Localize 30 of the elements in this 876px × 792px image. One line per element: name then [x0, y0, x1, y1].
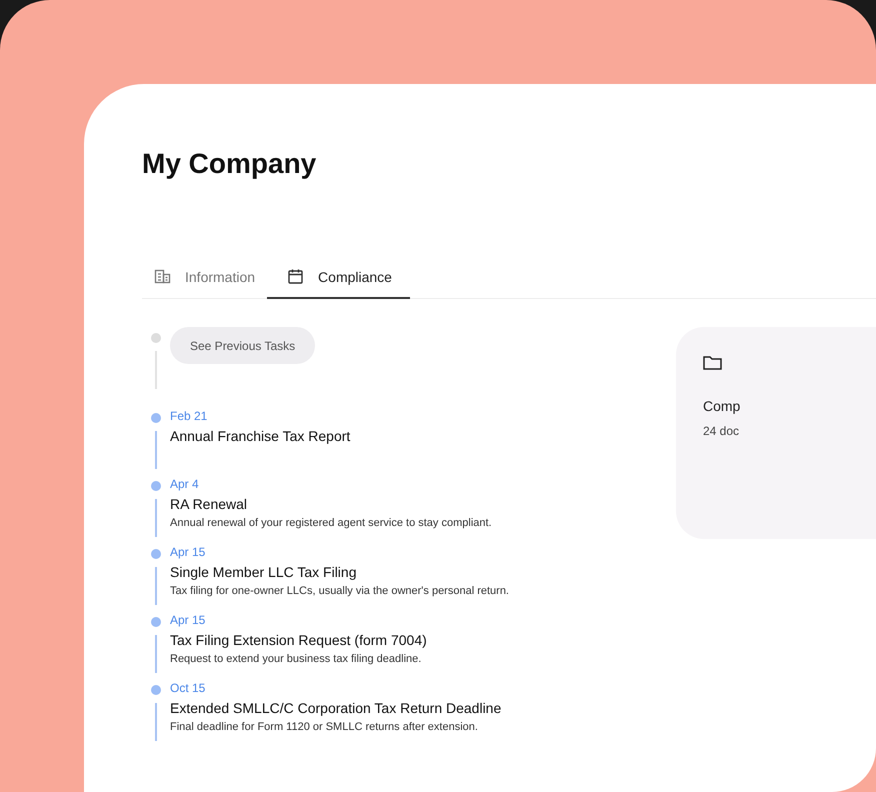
task-date: Oct 15: [170, 680, 206, 696]
folder-icon: [703, 355, 722, 370]
task-title: Extended SMLLC/C Corporation Tax Return Deadline: [170, 699, 502, 717]
task-title: Annual Franchise Tax Report: [170, 427, 350, 445]
card-title: Comp: [703, 398, 742, 414]
timeline-dot: [151, 617, 161, 627]
see-previous-tasks-button[interactable]: See Previous Tasks: [170, 327, 316, 364]
task-date: Feb 21: [170, 408, 208, 424]
task-title: Single Member LLC Tax Filing: [170, 563, 358, 581]
page-title: My Company: [142, 148, 318, 180]
tab[interactable]: Compliance: [267, 268, 410, 299]
building-icon: [154, 268, 171, 285]
card-subtitle: 24 doc: [703, 424, 740, 438]
timeline-dot: [151, 685, 161, 695]
timeline-dot: [151, 413, 161, 423]
task-title: RA Renewal: [170, 495, 248, 513]
task-description: Request to extend your business tax filing deadline.: [170, 652, 422, 667]
task-date: Apr 4: [170, 476, 200, 492]
documents-card[interactable]: Comp 24 doc: [676, 327, 876, 539]
task-description: Final deadline for Form 1120 or SMLLC returns after extension.: [170, 720, 479, 735]
task-date: Apr 15: [170, 544, 206, 560]
timeline-dot: [151, 549, 161, 559]
task-description: Annual renewal of your registered agent service to stay compliant.: [170, 516, 492, 531]
calendar-icon: [287, 268, 304, 285]
task-description: Tax filing for one-owner LLCs, usually via the owner's personal return.: [170, 584, 509, 599]
task-date: Apr 15: [170, 612, 206, 628]
timeline-dot: [151, 481, 161, 491]
task-title: Tax Filing Extension Request (form 7004): [170, 631, 427, 649]
timeline-dot: [151, 333, 161, 343]
tab[interactable]: Information: [142, 268, 268, 299]
